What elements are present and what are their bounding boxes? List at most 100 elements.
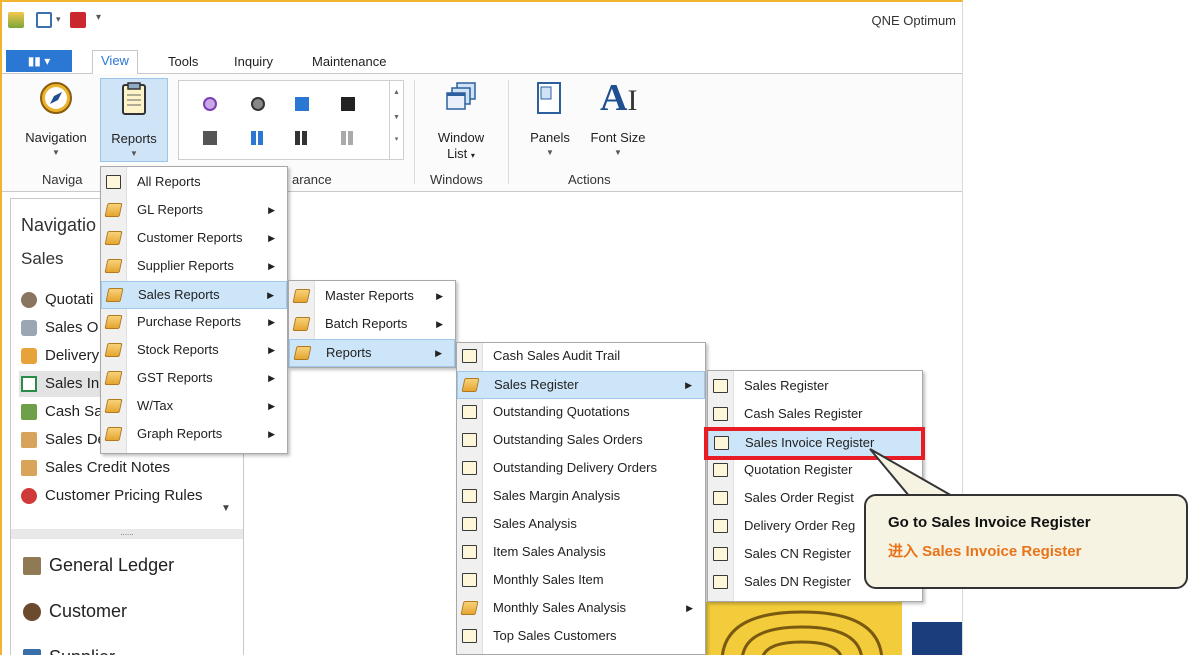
menu-item-label: Sales Register (494, 377, 579, 392)
list-label: List (447, 146, 468, 161)
group-label-windows: Windows (430, 172, 483, 187)
nav-item-sales-credit-notes[interactable]: Sales Credit Notes (19, 455, 239, 481)
tab-maintenance[interactable]: Maintenance (304, 52, 394, 74)
menu-item-label: Sales CN Register (744, 546, 851, 561)
module-general-ledger[interactable]: General Ledger (19, 545, 245, 585)
report-icon (462, 517, 477, 531)
menu-item-wtax[interactable]: W/Tax ▶ (101, 393, 287, 421)
report-icon (713, 407, 728, 421)
sales-invoice-icon (21, 376, 37, 392)
folder-icon (105, 288, 124, 302)
menu-item-top-sales-customers[interactable]: Top Sales Customers (457, 623, 705, 651)
qne-logo-icon[interactable] (8, 12, 24, 28)
menu-item-stock-reports[interactable]: Stock Reports ▶ (101, 337, 287, 365)
module-customer[interactable]: Customer (19, 591, 245, 631)
nav-item-label: Delivery (45, 347, 100, 364)
reports-button[interactable]: Reports ▼ (100, 78, 168, 162)
menu-item-label: Monthly Sales Analysis (493, 600, 626, 615)
folder-icon (292, 289, 311, 303)
menu-item-cash-sales-register[interactable]: Cash Sales Register (708, 401, 922, 429)
menu-item-label: Delivery Order Reg (744, 518, 856, 533)
menu-item-batch-reports[interactable]: Batch Reports ▶ (289, 311, 455, 339)
menu-item-sales-analysis[interactable]: Sales Analysis (457, 511, 705, 539)
submenu-arrow-icon: ▶ (436, 291, 443, 301)
group-separator (508, 80, 509, 184)
navigation-label: Navigation (25, 130, 87, 145)
ribbon-tabs: ▮▮ ▾ View Tools Inquiry Maintenance (2, 48, 962, 75)
submenu-arrow-icon: ▶ (268, 429, 275, 439)
pane-splitter[interactable]: ...... (11, 529, 243, 539)
menu-item-label: Outstanding Sales Orders (493, 432, 643, 447)
menu-item-monthly-sales-item[interactable]: Monthly Sales Item (457, 567, 705, 595)
theme-dark-grid-icon[interactable] (295, 131, 309, 145)
menu-item-sales-reports[interactable]: Sales Reports ▶ (101, 281, 287, 309)
submenu-arrow-icon: ▶ (268, 373, 275, 383)
menu-item-sales-register-folder[interactable]: Sales Register ▶ (457, 371, 705, 399)
customize-quick-access-icon[interactable]: ▾ (96, 12, 101, 23)
menu-item-label: Sales DN Register (744, 574, 851, 589)
menu-item-supplier-reports[interactable]: Supplier Reports ▶ (101, 253, 287, 281)
pdf-icon[interactable] (70, 12, 86, 28)
report-icon (713, 575, 728, 589)
submenu-arrow-icon: ▶ (268, 261, 275, 271)
menu-item-label: Sales Margin Analysis (493, 488, 621, 503)
report-icon (462, 461, 477, 475)
report-icon (713, 463, 728, 477)
theme-light-grid-icon[interactable] (341, 131, 355, 145)
menu-item-all-reports[interactable]: All Reports (101, 169, 287, 197)
submenu-arrow-icon: ▶ (267, 290, 274, 300)
nav-item-label: Customer Pricing Rules (45, 487, 203, 504)
menu-item-outstanding-sales-orders[interactable]: Outstanding Sales Orders (457, 427, 705, 455)
theme-blue-grid-icon[interactable] (251, 131, 265, 145)
menu-item-label: Cash Sales Audit Trail (493, 348, 621, 363)
group-label-appearance: arance (292, 172, 332, 187)
menu-item-cash-sales-audit-trail[interactable]: Cash Sales Audit Trail (457, 343, 705, 371)
menu-item-label: Item Sales Analysis (493, 544, 606, 559)
callout-cn-name: Sales Invoice Register (922, 543, 1082, 560)
menu-item-outstanding-quotations[interactable]: Outstanding Quotations (457, 399, 705, 427)
menu-item-customer-reports[interactable]: Customer Reports ▶ (101, 225, 287, 253)
chevron-down-icon[interactable]: ▾ (56, 14, 61, 25)
scroll-down-icon[interactable]: ▼ (390, 114, 403, 121)
gallery-scrollbar[interactable]: ▲ ▼ ▾ (389, 81, 403, 159)
document-dropdown-icon[interactable] (36, 12, 52, 28)
file-menu-button[interactable]: ▮▮ ▾ (6, 50, 72, 72)
scroll-up-icon[interactable]: ▲ (390, 89, 403, 96)
theme-blue-icon[interactable] (295, 97, 309, 111)
menu-item-gst-reports[interactable]: GST Reports ▶ (101, 365, 287, 393)
gallery-expand-icon[interactable]: ▾ (390, 135, 403, 143)
menu-item-graph-reports[interactable]: Graph Reports ▶ (101, 421, 287, 449)
theme-gray-icon[interactable] (203, 131, 217, 145)
menu-item-sales-margin-analysis[interactable]: Sales Margin Analysis (457, 483, 705, 511)
menu-item-gl-reports[interactable]: GL Reports ▶ (101, 197, 287, 225)
panels-button[interactable]: Panels ▼ (522, 78, 578, 162)
menu-item-purchase-reports[interactable]: Purchase Reports ▶ (101, 309, 287, 337)
menu-item-item-sales-analysis[interactable]: Item Sales Analysis (457, 539, 705, 567)
menu-item-master-reports[interactable]: Master Reports ▶ (289, 283, 455, 311)
menu-item-monthly-sales-analysis[interactable]: Monthly Sales Analysis ▶ (457, 595, 705, 623)
window-list-button[interactable]: Window List ▾ (426, 78, 496, 162)
report-icon (106, 175, 121, 189)
theme-dark-icon[interactable] (251, 97, 265, 111)
font-size-button[interactable]: AI Font Size ▼ (580, 78, 656, 162)
appearance-gallery[interactable]: ▲ ▼ ▾ (178, 80, 404, 160)
report-icon (713, 547, 728, 561)
nav-item-label: Cash Sa (45, 403, 103, 420)
module-supplier[interactable]: Supplier (19, 637, 245, 655)
nav-section-sales[interactable]: Sales (21, 249, 64, 269)
theme-black-icon[interactable] (341, 97, 355, 111)
theme-purple-icon[interactable] (203, 97, 217, 111)
callout-text-en: Go to Sales Invoice Register (888, 514, 1091, 531)
nav-overflow-chevron-icon[interactable]: ▼ (221, 503, 231, 514)
font-size-icon: AI (600, 77, 638, 119)
tab-view[interactable]: View (92, 50, 138, 75)
menu-item-reports[interactable]: Reports ▶ (289, 339, 455, 367)
tab-tools[interactable]: Tools (160, 52, 206, 74)
folder-icon (104, 399, 123, 413)
submenu-arrow-icon: ▶ (685, 380, 692, 390)
nav-item-customer-pricing-rules[interactable]: Customer Pricing Rules (19, 483, 239, 509)
menu-item-sales-register[interactable]: Sales Register (708, 373, 922, 401)
tab-inquiry[interactable]: Inquiry (226, 52, 281, 74)
menu-item-outstanding-delivery-orders[interactable]: Outstanding Delivery Orders (457, 455, 705, 483)
navigation-button[interactable]: Navigation ▼ (16, 78, 96, 162)
